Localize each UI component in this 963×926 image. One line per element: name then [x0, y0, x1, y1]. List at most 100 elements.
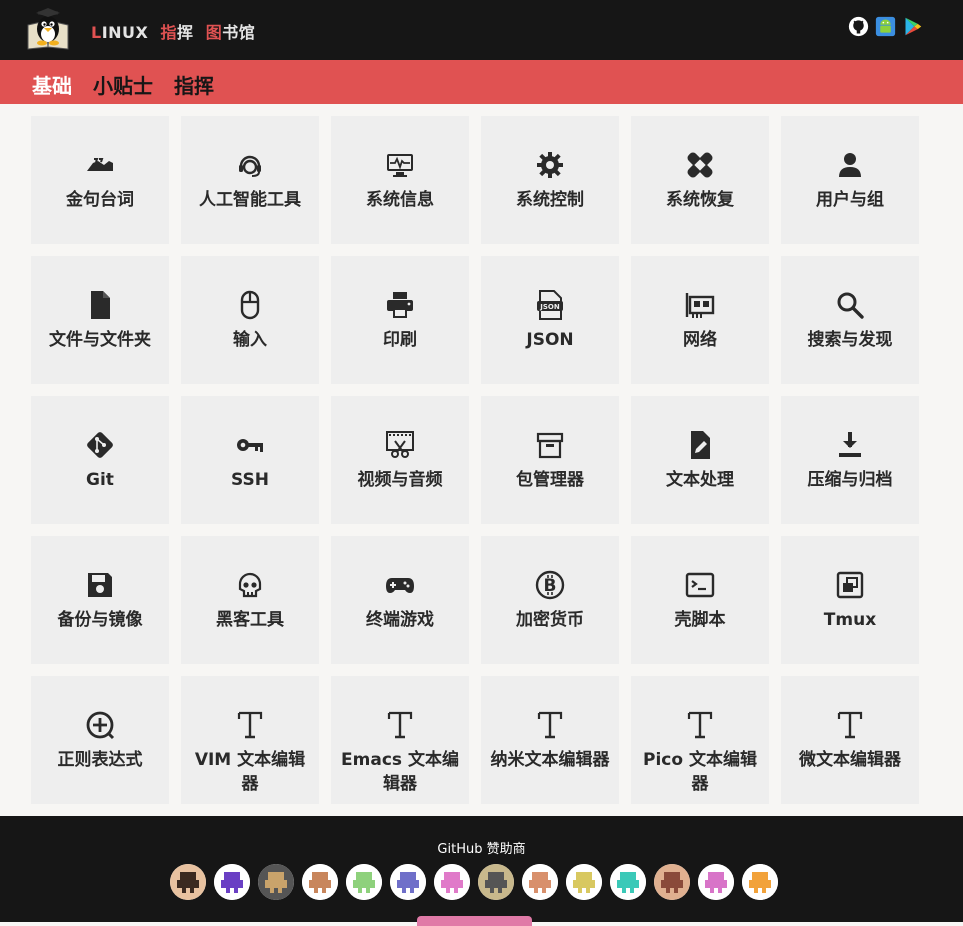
nav-basics[interactable]: 基础 [32, 70, 72, 99]
category-card[interactable]: 文件与文件夹 [31, 256, 169, 384]
sponsor-avatar[interactable] [390, 864, 426, 900]
category-card[interactable]: 纳米文本编辑器 [481, 676, 619, 804]
google-play-icon[interactable] [902, 16, 923, 37]
category-card[interactable]: 金句台词 [31, 116, 169, 244]
json-file-icon: JSON [533, 288, 567, 322]
category-label: 人工智能工具 [199, 190, 301, 210]
category-label: 文件与文件夹 [49, 330, 151, 350]
sponsor-avatar[interactable] [698, 864, 734, 900]
category-card[interactable]: Git [31, 396, 169, 524]
sponsor-avatar[interactable] [258, 864, 294, 900]
category-card[interactable]: 备份与镜像 [31, 536, 169, 664]
svg-text:JSON: JSON [539, 303, 560, 311]
sponsor-button[interactable] [417, 916, 532, 926]
sponsor-avatar[interactable] [610, 864, 646, 900]
category-card[interactable]: JSON JSON [481, 256, 619, 384]
headset-icon [233, 148, 267, 182]
text-t-icon [383, 708, 417, 742]
category-card[interactable]: 微文本编辑器 [781, 676, 919, 804]
category-card[interactable]: 视频与音频 [331, 396, 469, 524]
sponsor-avatar[interactable] [170, 864, 206, 900]
sponsor-avatar[interactable] [214, 864, 250, 900]
category-label: 终端游戏 [366, 610, 434, 630]
sponsor-avatar-list [170, 864, 778, 900]
category-label: VIM 文本编辑器 [194, 750, 306, 794]
search-icon [833, 288, 867, 322]
category-card[interactable]: 输入 [181, 256, 319, 384]
gear-icon [533, 148, 567, 182]
category-card[interactable]: Tmux [781, 536, 919, 664]
category-label: 印刷 [383, 330, 417, 350]
category-label: SSH [231, 470, 269, 490]
category-card[interactable]: 用户与组 [781, 116, 919, 244]
category-card[interactable]: 压缩与归档 [781, 396, 919, 524]
category-card[interactable]: Emacs 文本编辑器 [331, 676, 469, 804]
category-label: Git [86, 470, 114, 490]
category-label: 加密货币 [516, 610, 584, 630]
sponsor-avatar[interactable] [302, 864, 338, 900]
category-card[interactable]: 壳脚本 [631, 536, 769, 664]
category-card[interactable]: B 加密货币 [481, 536, 619, 664]
text-t-icon [533, 708, 567, 742]
sponsor-avatar[interactable] [522, 864, 558, 900]
bandage-icon [683, 148, 717, 182]
nav-commands[interactable]: 指挥 [174, 70, 214, 99]
category-card[interactable]: 网络 [631, 256, 769, 384]
archive-box-icon [533, 428, 567, 462]
android-app-icon[interactable] [875, 16, 896, 37]
brand-shuguan: 书馆 [222, 23, 256, 42]
category-card[interactable]: Pico 文本编辑器 [631, 676, 769, 804]
category-label: 网络 [683, 330, 717, 350]
nav-tips[interactable]: 小贴士 [93, 70, 153, 99]
category-label: 微文本编辑器 [799, 750, 901, 770]
site-brand[interactable]: LINUX 指挥 图书馆 [91, 19, 255, 43]
brand-hui: 挥 [177, 23, 194, 42]
network-card-icon [683, 288, 717, 322]
category-card[interactable]: 包管理器 [481, 396, 619, 524]
window-restore-icon [833, 568, 867, 602]
category-card[interactable]: 印刷 [331, 256, 469, 384]
sponsor-avatar[interactable] [654, 864, 690, 900]
category-card[interactable]: 人工智能工具 [181, 116, 319, 244]
category-card[interactable]: 系统控制 [481, 116, 619, 244]
github-icon[interactable] [848, 16, 869, 37]
category-card[interactable]: 搜索与发现 [781, 256, 919, 384]
mouse-icon [233, 288, 267, 322]
category-label: 输入 [233, 330, 267, 350]
sponsor-avatar[interactable] [566, 864, 602, 900]
category-label: 系统控制 [516, 190, 584, 210]
plus-circle-icon [83, 708, 117, 742]
category-label: 壳脚本 [674, 610, 726, 630]
quote-hands-icon [83, 148, 117, 182]
file-icon [83, 288, 117, 322]
monitor-pulse-icon [383, 148, 417, 182]
category-label: 文本处理 [666, 470, 734, 490]
brand-rest: INUX [101, 23, 149, 42]
sponsor-avatar[interactable] [742, 864, 778, 900]
category-card[interactable]: VIM 文本编辑器 [181, 676, 319, 804]
download-icon [833, 428, 867, 462]
category-label: 备份与镜像 [57, 610, 143, 630]
tux-logo-icon[interactable] [24, 7, 72, 55]
user-icon [833, 148, 867, 182]
category-label: 纳米文本编辑器 [490, 750, 610, 770]
category-label: 压缩与归档 [807, 470, 893, 490]
sponsor-avatar[interactable] [346, 864, 382, 900]
category-card[interactable]: 正则表达式 [31, 676, 169, 804]
category-label: 包管理器 [516, 470, 584, 490]
category-card[interactable]: 系统恢复 [631, 116, 769, 244]
category-card[interactable]: 黑客工具 [181, 536, 319, 664]
sponsor-avatar[interactable] [434, 864, 470, 900]
text-t-icon [833, 708, 867, 742]
sponsor-avatar[interactable] [478, 864, 514, 900]
gamepad-icon [383, 568, 417, 602]
brand-zhi: 指 [160, 23, 178, 42]
category-card[interactable]: 文本处理 [631, 396, 769, 524]
category-label: Tmux [823, 610, 877, 630]
category-label: 黑客工具 [216, 610, 284, 630]
text-t-icon [683, 708, 717, 742]
category-card[interactable]: 终端游戏 [331, 536, 469, 664]
category-card[interactable]: SSH [181, 396, 319, 524]
git-icon [83, 428, 117, 462]
category-card[interactable]: 系统信息 [331, 116, 469, 244]
